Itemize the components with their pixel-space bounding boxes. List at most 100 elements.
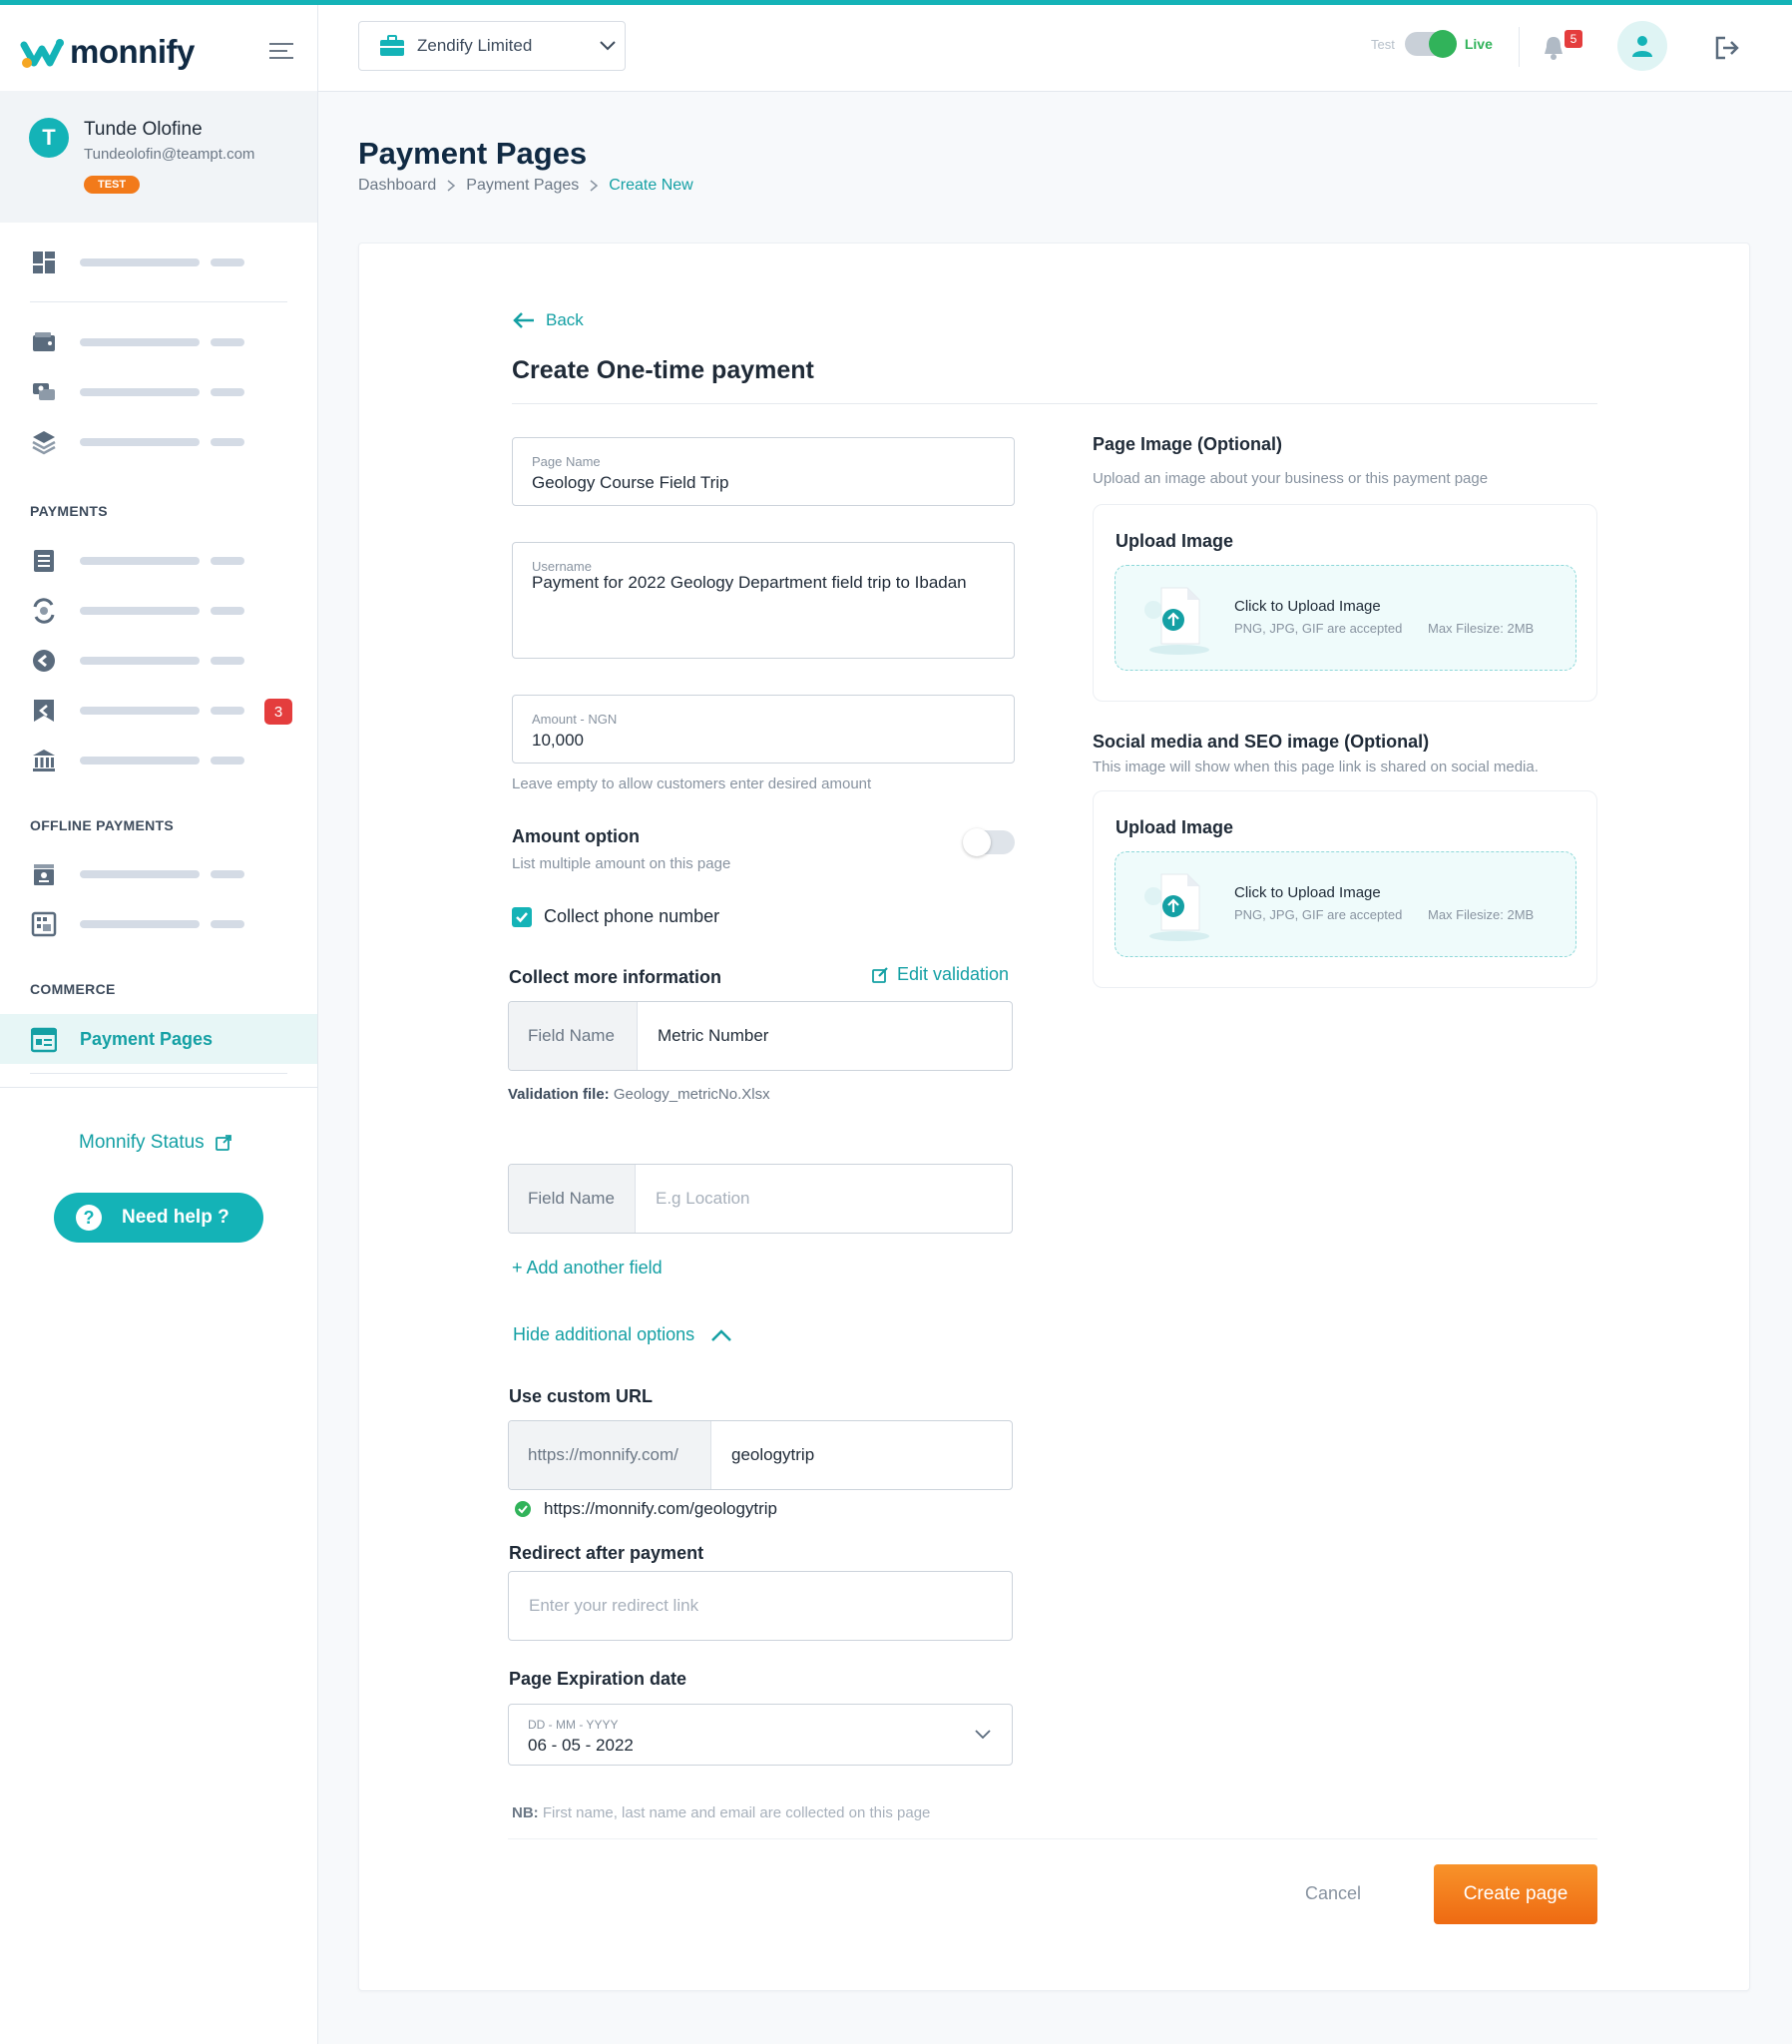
sidebar-divider [30, 301, 287, 302]
user-name: Tunde Olofine [84, 119, 203, 140]
sidebar-item-payment-pages[interactable]: Payment Pages [0, 1014, 317, 1064]
sidebar-item-settlements[interactable] [31, 598, 57, 624]
page-name-value: Geology Course Field Trip [532, 473, 729, 492]
exchange-icon [33, 598, 55, 624]
social-image-title: Social media and SEO image (Optional) [1093, 732, 1430, 752]
section-title-payments: PAYMENTS [30, 503, 108, 519]
form-title: Create One-time payment [512, 356, 814, 384]
expiration-label: Page Expiration date [509, 1669, 687, 1689]
chevron-up-icon [711, 1328, 732, 1341]
section-title-commerce: COMMERCE [30, 981, 116, 997]
dashboard-icon [33, 252, 55, 273]
upload-accepted-types: PNG, JPG, GIF are accepted [1234, 907, 1403, 922]
upload-max-size: Max Filesize: 2MB [1428, 621, 1535, 636]
sidebar-placeholder [80, 607, 200, 615]
custom-field-2[interactable]: Field Name E.g Location [508, 1164, 1013, 1234]
sidebar-item-layers[interactable] [31, 429, 57, 455]
chevron-down-icon [600, 41, 616, 51]
nb-text: First name, last name and email are coll… [542, 1804, 931, 1821]
live-mode-toggle[interactable] [1404, 30, 1457, 58]
custom-url-prefix: https://monnify.com/ [509, 1421, 711, 1489]
breadcrumb-payment-pages[interactable]: Payment Pages [466, 177, 579, 195]
numpad-icon [31, 911, 57, 937]
edit-icon [872, 966, 888, 983]
edit-validation-link[interactable]: Edit validation [871, 964, 1009, 985]
sidebar-item-wallet[interactable] [31, 329, 57, 355]
custom-url-resolved[interactable]: https://monnify.com/geologytrip [544, 1499, 777, 1519]
menu-toggle-icon[interactable] [269, 43, 295, 65]
sidebar-placeholder [211, 557, 244, 565]
add-another-field-button[interactable]: + Add another field [512, 1258, 663, 1278]
hide-additional-options-button[interactable]: Hide additional options [513, 1324, 732, 1345]
brand-name: monnify [70, 33, 195, 70]
expiration-date-picker[interactable]: DD - MM - YYYY 06 - 05 - 2022 [508, 1704, 1013, 1766]
user-menu-button[interactable] [1617, 21, 1667, 71]
top-header: Zendify Limited Test Live 5 [318, 5, 1792, 92]
sidebar-item-dashboard[interactable] [31, 250, 57, 275]
header-divider [1519, 27, 1520, 67]
chevron-right-icon [447, 180, 456, 192]
sidebar-item-disputes[interactable] [31, 698, 57, 724]
back-button[interactable]: Back [512, 310, 584, 330]
field-name-placeholder: E.g Location [656, 1189, 750, 1208]
redirect-input[interactable]: Enter your redirect link [508, 1571, 1013, 1641]
sidebar-item-banks[interactable] [31, 748, 57, 773]
chevron-down-icon [975, 1730, 991, 1740]
custom-url-value: geologytrip [731, 1445, 815, 1464]
upload-image-title: Upload Image [1116, 531, 1234, 551]
breadcrumb: Dashboard Payment Pages Create New [358, 177, 693, 195]
sidebar-item-transfers[interactable] [31, 379, 57, 405]
sidebar-placeholder [80, 338, 200, 346]
create-page-button[interactable]: Create page [1434, 1864, 1597, 1924]
sidebar-item-pos[interactable] [31, 911, 57, 937]
amount-option-toggle[interactable] [963, 828, 1015, 856]
cancel-button[interactable]: Cancel [1305, 1883, 1361, 1904]
sidebar-divider [0, 1087, 317, 1088]
disputes-count-badge: 3 [264, 699, 292, 725]
collect-phone-checkbox[interactable] [512, 907, 532, 927]
page-name-label: Page Name [532, 454, 601, 469]
sidebar-placeholder [211, 707, 244, 715]
sidebar-placeholder [211, 607, 244, 615]
upload-accepted-types: PNG, JPG, GIF are accepted [1234, 621, 1403, 636]
page-image-upload-card: Upload Image Click to Upload Image PNG, … [1093, 504, 1597, 702]
breadcrumb-create-new: Create New [609, 177, 693, 194]
upload-cta: Click to Upload Image [1234, 884, 1381, 901]
sidebar-placeholder [80, 870, 200, 878]
validation-file-name[interactable]: Geology_metricNo.Xlsx [614, 1086, 770, 1103]
mode-live-label: Live [1464, 36, 1493, 52]
social-image-dropzone[interactable]: Click to Upload Image PNG, JPG, GIF are … [1115, 851, 1576, 957]
custom-url-field[interactable]: https://monnify.com/ geologytrip [508, 1420, 1013, 1490]
nb-note: NB: First name, last name and email are … [512, 1804, 930, 1821]
store-icon [34, 864, 54, 885]
username-field[interactable]: Username Payment for 2022 Geology Depart… [512, 542, 1015, 659]
breadcrumb-dashboard[interactable]: Dashboard [358, 177, 436, 195]
date-format-label: DD - MM - YYYY [528, 1718, 619, 1732]
sidebar-placeholder [211, 388, 244, 396]
sidebar-item-transactions[interactable] [31, 548, 57, 574]
arrow-left-icon [513, 312, 534, 328]
need-help-button[interactable]: ? Need help ? [54, 1193, 263, 1243]
sidebar-placeholder [211, 338, 244, 346]
custom-field-1[interactable]: Field Name Metric Number [508, 1001, 1013, 1071]
status-link-label: Monnify Status [79, 1132, 205, 1153]
bell-icon[interactable] [1542, 35, 1566, 66]
monnify-status-link[interactable]: Monnify Status [79, 1132, 232, 1154]
sidebar-placeholder [80, 258, 200, 266]
layers-icon [32, 431, 56, 455]
need-help-label: Need help ? [122, 1207, 229, 1228]
amount-field[interactable]: Amount - NGN 10,000 [512, 695, 1015, 764]
page-name-field[interactable]: Page Name Geology Course Field Trip [512, 437, 1015, 506]
business-switcher[interactable]: Zendify Limited [358, 21, 626, 71]
sidebar-placeholder [211, 870, 244, 878]
collect-phone-label: Collect phone number [544, 906, 720, 926]
avatar[interactable]: T [29, 118, 69, 158]
logout-icon[interactable] [1713, 35, 1741, 66]
sidebar-placeholder [80, 920, 200, 928]
brand-logo[interactable]: monnify [20, 33, 195, 71]
refund-icon [33, 650, 55, 672]
page-image-dropzone[interactable]: Click to Upload Image PNG, JPG, GIF are … [1115, 565, 1576, 671]
chargeback-icon [34, 700, 54, 722]
sidebar-item-refunds[interactable] [31, 648, 57, 674]
sidebar-item-store[interactable] [31, 861, 57, 887]
